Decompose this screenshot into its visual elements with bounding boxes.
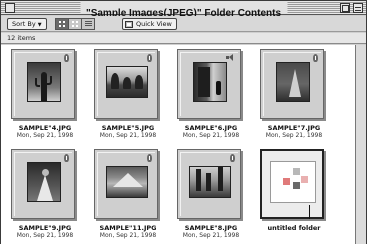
title-wrap: "Sample Images(JPEG)" Folder Contents bbox=[79, 1, 288, 19]
file-date: Mon, Sep 21, 1998 bbox=[16, 232, 74, 239]
file-date: Mon, Sep 21, 1998 bbox=[182, 132, 240, 139]
item-count: 12 items bbox=[7, 34, 36, 42]
mountain-thumbnail bbox=[106, 166, 148, 198]
info-icon bbox=[147, 154, 152, 162]
vertical-scrollbar[interactable] bbox=[355, 45, 366, 244]
status-bar: 12 items bbox=[1, 33, 366, 44]
finder-window: "Sample Images(JPEG)" Folder Contents So… bbox=[0, 0, 367, 244]
file-name: SAMPLE"5.JPG bbox=[101, 124, 155, 132]
folder-square bbox=[293, 168, 300, 175]
collapse-box-icon[interactable] bbox=[353, 3, 363, 13]
file-name: SAMPLE"9.JPG bbox=[18, 224, 72, 232]
file-date: Mon, Sep 21, 1998 bbox=[16, 132, 74, 139]
thumbnail-frame[interactable] bbox=[11, 49, 75, 119]
file-name: SAMPLE"6.JPG bbox=[184, 124, 238, 132]
info-icon bbox=[230, 154, 235, 162]
popup-arrow-icon: ▼ bbox=[37, 22, 42, 28]
info-icon bbox=[64, 54, 69, 62]
folder-square bbox=[283, 178, 290, 185]
ruins-thumbnail bbox=[189, 166, 231, 198]
folder-square bbox=[301, 176, 308, 183]
zoom-box-icon[interactable] bbox=[340, 3, 350, 13]
info-icon bbox=[313, 54, 318, 62]
thumbnail-frame[interactable] bbox=[260, 49, 324, 119]
view-mode-switcher bbox=[55, 18, 95, 30]
folder-icon bbox=[270, 161, 316, 203]
list-view-icon[interactable] bbox=[81, 18, 95, 30]
folder-square bbox=[293, 182, 300, 189]
title-bar[interactable]: "Sample Images(JPEG)" Folder Contents bbox=[1, 1, 366, 19]
icon-grid: SAMPLE"4.JPG Mon, Sep 21, 1998 SAMPLE"5.… bbox=[1, 45, 355, 244]
info-icon bbox=[147, 54, 152, 62]
quick-view-icon bbox=[125, 20, 133, 28]
close-box-icon[interactable] bbox=[5, 3, 15, 13]
file-date: Mon, Sep 21, 1998 bbox=[99, 232, 157, 239]
street-thumbnail bbox=[193, 62, 227, 102]
thumbnail-frame[interactable] bbox=[177, 49, 241, 119]
trees-thumbnail bbox=[106, 66, 148, 98]
file-date: Mon, Sep 21, 1998 bbox=[265, 132, 323, 139]
file-name: SAMPLE"11.JPG bbox=[99, 224, 157, 232]
thumbnail-frame[interactable] bbox=[11, 149, 75, 219]
cactus-thumbnail bbox=[27, 62, 61, 102]
callout-pointer-line bbox=[309, 205, 310, 219]
file-date: Mon, Sep 21, 1998 bbox=[99, 132, 157, 139]
sailboat-thumbnail bbox=[276, 62, 310, 102]
toolbar: Sort By ▼ Quick View bbox=[1, 16, 366, 32]
folder-frame[interactable] bbox=[260, 149, 324, 219]
file-name: SAMPLE"4.JPG bbox=[18, 124, 72, 132]
icon-view-icon[interactable] bbox=[55, 18, 69, 30]
file-date: Mon, Sep 21, 1998 bbox=[182, 232, 240, 239]
quick-view-label: Quick View bbox=[136, 20, 172, 28]
sort-by-button[interactable]: Sort By ▼ bbox=[7, 18, 47, 30]
sort-by-label: Sort By bbox=[12, 20, 36, 28]
button-view-icon[interactable] bbox=[68, 18, 82, 30]
thumbnail-frame[interactable] bbox=[177, 149, 241, 219]
file-name: SAMPLE"8.JPG bbox=[184, 224, 238, 232]
thumbnail-frame[interactable] bbox=[94, 149, 158, 219]
thumbnail-frame[interactable] bbox=[94, 49, 158, 119]
folder-name: untitled folder bbox=[267, 224, 321, 232]
portrait-thumbnail bbox=[27, 162, 61, 202]
file-name: SAMPLE"7.JPG bbox=[267, 124, 321, 132]
quick-view-button[interactable]: Quick View bbox=[122, 18, 177, 30]
info-icon bbox=[64, 154, 69, 162]
sound-icon bbox=[226, 54, 235, 61]
